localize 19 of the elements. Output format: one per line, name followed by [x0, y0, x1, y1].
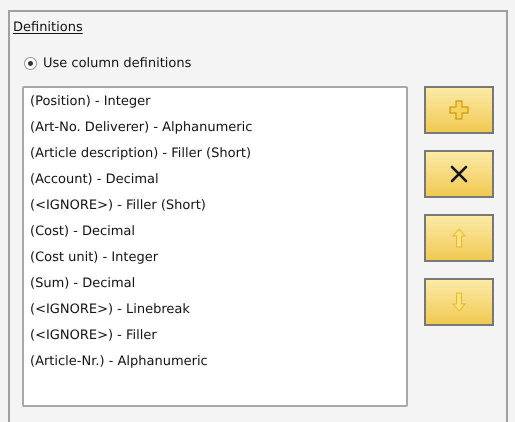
list-item[interactable]: (<IGNORE>) - Linebreak [30, 296, 190, 322]
list-item[interactable]: (Position) - Integer [30, 88, 150, 114]
list-item[interactable]: (<IGNORE>) - Filler [30, 322, 157, 348]
list-item[interactable]: (<IGNORE>) - Filler (Short) [30, 192, 206, 218]
list-item[interactable]: (Sum) - Decimal [30, 270, 136, 296]
arrow-up-icon [452, 228, 466, 248]
column-list[interactable] [22, 86, 408, 406]
radio-label: Use column definitions [43, 55, 192, 73]
plus-icon [449, 100, 469, 120]
list-item[interactable]: (Article-Nr.) - Alphanumeric [30, 348, 208, 374]
list-item[interactable]: (Art-No. Deliverer) - Alphanumeric [30, 114, 252, 140]
list-item[interactable]: (Account) - Decimal [30, 166, 159, 192]
close-icon [449, 164, 469, 184]
list-item[interactable]: (Cost unit) - Integer [30, 244, 158, 270]
radio-button[interactable] [24, 57, 37, 70]
list-item[interactable]: (Cost) - Decimal [30, 218, 136, 244]
toolbar-button[interactable] [424, 150, 494, 198]
arrow-down-icon [452, 292, 466, 312]
list-item[interactable]: (Article description) - Filler (Short) [30, 140, 252, 166]
